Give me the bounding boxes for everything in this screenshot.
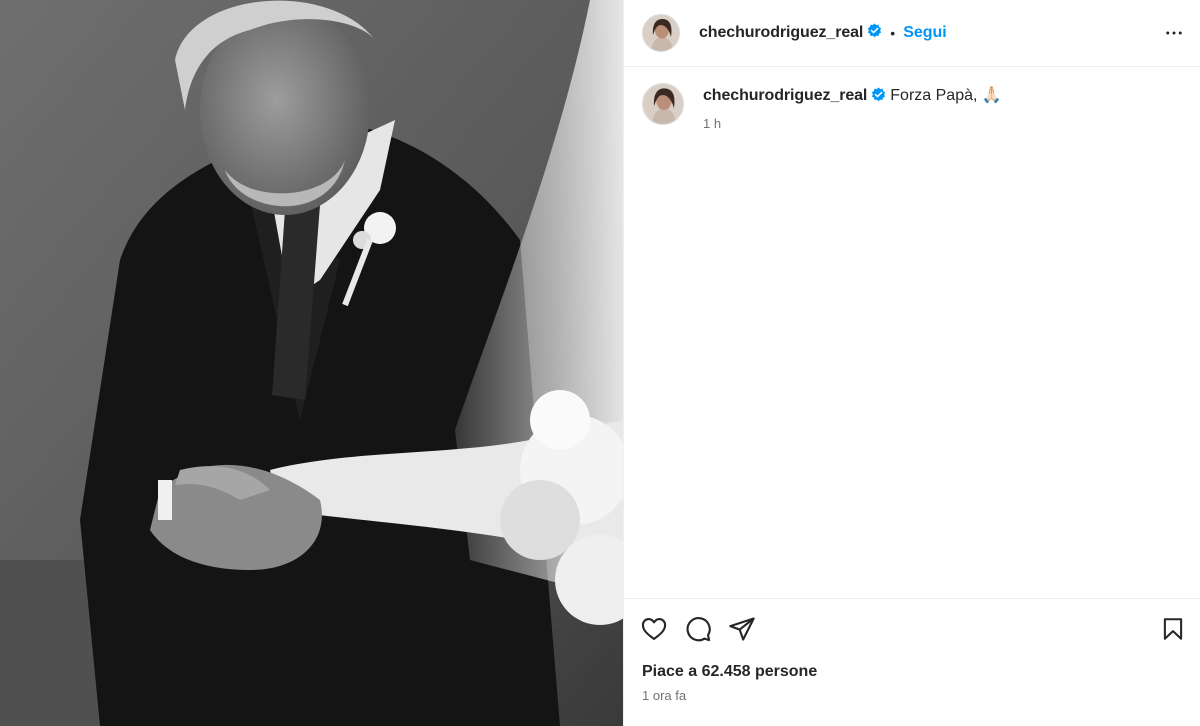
action-icons <box>624 599 1200 643</box>
bookmark-icon[interactable] <box>1160 616 1186 642</box>
post-actions: Piace a 62.458 persone 1 ora fa <box>624 598 1200 703</box>
caption-time[interactable]: 1 h <box>703 116 1002 131</box>
more-options-icon[interactable] <box>1164 23 1184 43</box>
post-side-panel: chechurodriguez_real • Segui chechurodri… <box>623 0 1200 726</box>
heart-icon[interactable] <box>640 615 668 643</box>
post-container: chechurodriguez_real • Segui chechurodri… <box>0 0 1200 726</box>
verified-badge-icon <box>871 87 886 108</box>
separator-dot: • <box>890 25 896 41</box>
avatar[interactable] <box>642 14 680 52</box>
post-header: chechurodriguez_real • Segui <box>624 0 1200 67</box>
follow-button[interactable]: Segui <box>903 24 947 42</box>
caption-body: chechurodriguez_real Forza Papà, 🙏🏻 1 h <box>703 83 1002 131</box>
caption-text: Forza Papà, 🙏🏻 <box>890 87 1002 104</box>
post-time[interactable]: 1 ora fa <box>624 681 1200 703</box>
post-photo[interactable] <box>0 0 623 726</box>
caption-avatar[interactable] <box>642 83 684 125</box>
verified-badge-icon <box>867 23 882 43</box>
comment-icon[interactable] <box>684 615 712 643</box>
photo-illustration <box>0 0 623 726</box>
likes-count[interactable]: Piace a 62.458 persone <box>624 643 1200 681</box>
share-icon[interactable] <box>728 615 756 643</box>
caption-comment: chechurodriguez_real Forza Papà, 🙏🏻 1 h <box>624 67 1200 131</box>
caption-line: chechurodriguez_real Forza Papà, 🙏🏻 <box>703 86 1002 108</box>
caption-username[interactable]: chechurodriguez_real <box>703 87 867 104</box>
header-username[interactable]: chechurodriguez_real <box>699 24 863 42</box>
